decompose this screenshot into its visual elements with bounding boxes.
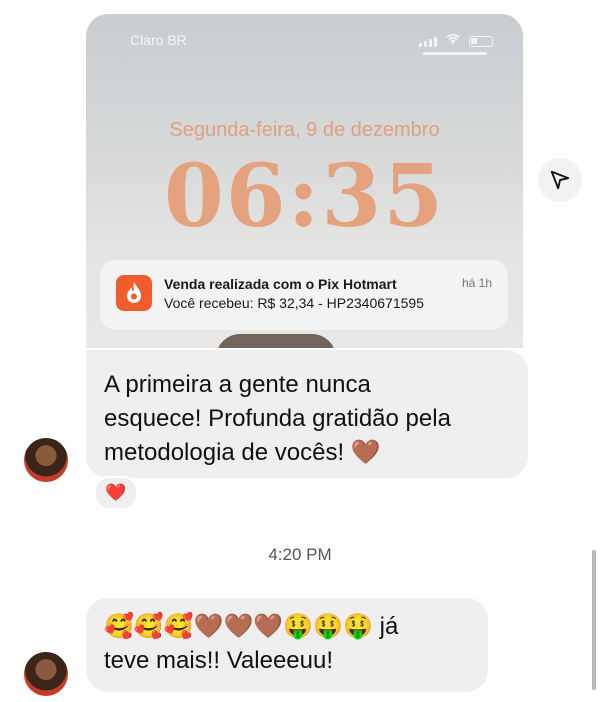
scrollbar[interactable] bbox=[592, 550, 596, 690]
carrier-label: Claro BR bbox=[130, 32, 187, 48]
message-line: 🥰🥰🥰🤎🤎🤎🤑🤑🤑 já bbox=[104, 613, 399, 640]
signal-icon bbox=[419, 36, 437, 47]
message-bubble[interactable]: 🥰🥰🥰🤎🤎🤎🤑🤑🤑 já teve mais!! Valeeeuu! bbox=[86, 598, 488, 692]
send-icon[interactable] bbox=[538, 158, 582, 202]
shared-screenshot[interactable]: Claro BR Segunda-feira, 9 de dezembro 06… bbox=[86, 14, 523, 348]
message-line: metodologia de vocês! 🤎 bbox=[104, 439, 381, 466]
lock-date: Segunda-feira, 9 de dezembro bbox=[169, 119, 440, 141]
battery-icon bbox=[469, 35, 493, 47]
notification-card: Venda realizada com o Pix Hotmart há 1h … bbox=[100, 260, 508, 330]
message-bubble[interactable]: A primeira a gente nunca esquece! Profun… bbox=[86, 350, 528, 478]
message-line: teve mais!! Valeeeuu! bbox=[104, 647, 334, 674]
notification-title: Venda realizada com o Pix Hotmart bbox=[164, 276, 397, 292]
lock-time: 06:35 bbox=[163, 146, 446, 247]
notification-body: Você recebeu: R$ 32,34 - HP2340671595 bbox=[164, 295, 424, 311]
avatar[interactable] bbox=[24, 652, 68, 696]
message-line: esquece! Profunda gratidão pela bbox=[104, 405, 451, 432]
heart-reaction[interactable]: ❤️ bbox=[94, 476, 138, 510]
notification-time: há 1h bbox=[461, 276, 492, 290]
avatar[interactable] bbox=[24, 438, 68, 482]
status-icons bbox=[419, 32, 493, 50]
wallpaper-detail bbox=[216, 334, 336, 348]
hotmart-flame-icon bbox=[116, 275, 152, 311]
wifi-icon bbox=[445, 32, 461, 50]
message-timestamp: 4:20 PM bbox=[268, 545, 332, 564]
message-line: A primeira a gente nunca bbox=[104, 371, 371, 398]
screen-indicator bbox=[423, 52, 487, 55]
